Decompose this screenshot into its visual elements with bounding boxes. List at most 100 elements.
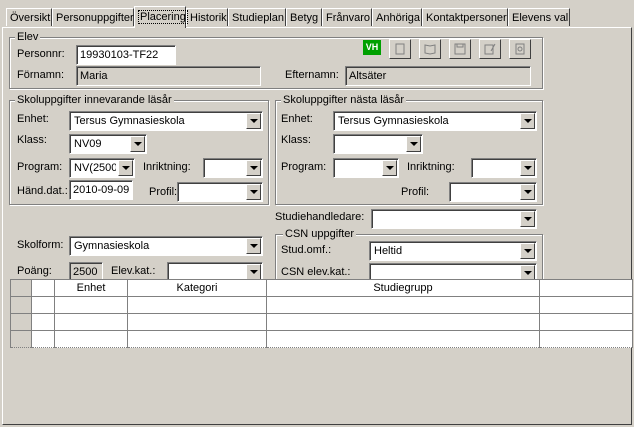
row-selector[interactable] <box>10 296 32 314</box>
table-cell[interactable] <box>539 313 633 331</box>
tab-placering-label: Placering <box>138 10 188 24</box>
table-row[interactable] <box>10 296 633 314</box>
edit-doc-button[interactable] <box>479 39 501 59</box>
table-cell[interactable] <box>54 330 128 348</box>
chevron-down-icon[interactable] <box>520 211 535 227</box>
chevron-down-icon[interactable] <box>246 160 261 176</box>
current-year-legend: Skoluppgifter innevarande läsår <box>15 94 174 106</box>
table-cell[interactable] <box>127 330 267 348</box>
csn-studomf-select[interactable]: Heltid <box>369 241 537 261</box>
current-program-value: NV(2500 <box>74 162 116 174</box>
table-cell[interactable] <box>54 313 128 331</box>
tab-oversikt[interactable]: Översikt <box>6 8 52 26</box>
personnr-input[interactable]: 19930103-TF22 <box>76 45 176 65</box>
current-inriktning-select[interactable] <box>203 158 263 178</box>
tab-panel: Elev Personnr: 19930103-TF22 VH Förnamn:… <box>2 27 632 425</box>
grid-header-flag[interactable] <box>31 279 55 297</box>
row-selector[interactable] <box>10 330 32 348</box>
current-program-select[interactable]: NV(2500 <box>69 158 135 178</box>
next-program-label: Program: <box>281 161 327 173</box>
chevron-down-icon[interactable] <box>246 264 261 280</box>
table-cell[interactable] <box>127 296 267 314</box>
chevron-down-icon[interactable] <box>520 113 535 129</box>
next-enhet-value: Tersus Gymnasieskola <box>338 115 449 127</box>
grid-header-selector[interactable] <box>10 279 32 297</box>
grid-header-extra[interactable] <box>539 279 633 297</box>
chevron-down-icon[interactable] <box>118 160 133 176</box>
table-cell[interactable] <box>31 330 55 348</box>
table-cell[interactable] <box>31 313 55 331</box>
current-profil-label: Profil: <box>149 186 178 198</box>
current-hand-input[interactable]: 2010-09-09 <box>69 180 133 200</box>
current-hand-label: Händ.dat.: <box>17 185 68 197</box>
tab-studieplan[interactable]: Studieplan <box>228 8 286 26</box>
current-inriktning-label: Inriktning: <box>143 161 191 173</box>
chevron-down-icon[interactable] <box>520 243 535 259</box>
next-enhet-label: Enhet: <box>281 113 313 125</box>
save-doc-button[interactable] <box>449 39 471 59</box>
table-cell[interactable] <box>539 330 633 348</box>
tab-betyg[interactable]: Betyg <box>286 8 322 26</box>
edit-doc-icon <box>484 43 496 55</box>
row-selector[interactable] <box>10 313 32 331</box>
chevron-down-icon[interactable] <box>520 184 535 200</box>
table-cell[interactable] <box>266 313 540 331</box>
tab-elevens-val[interactable]: Elevens val <box>508 8 570 26</box>
chevron-down-icon[interactable] <box>130 136 145 152</box>
current-enhet-select[interactable]: Tersus Gymnasieskola <box>69 111 263 131</box>
tab-placering[interactable]: Placering <box>134 6 188 28</box>
table-cell[interactable] <box>266 296 540 314</box>
personnr-label: Personnr: <box>17 48 65 60</box>
next-klass-select[interactable] <box>333 134 423 154</box>
grid-header-enhet[interactable]: Enhet <box>54 279 128 297</box>
table-cell[interactable] <box>266 330 540 348</box>
efternamn-label: Efternamn: <box>285 69 339 81</box>
next-enhet-select[interactable]: Tersus Gymnasieskola <box>333 111 537 131</box>
tab-personuppgifter[interactable]: Personuppgifter <box>52 8 134 26</box>
poang-label: Poäng: <box>17 265 52 277</box>
table-cell[interactable] <box>127 313 267 331</box>
next-profil-select[interactable] <box>449 182 537 202</box>
chevron-down-icon[interactable] <box>246 184 261 200</box>
blank-doc-button[interactable] <box>389 39 411 59</box>
chevron-down-icon[interactable] <box>406 136 421 152</box>
elev-legend: Elev <box>15 31 41 43</box>
tab-historik[interactable]: Historik <box>186 8 228 26</box>
table-row[interactable] <box>10 313 633 331</box>
grid-header-row: Enhet Kategori Studiegrupp <box>10 279 633 297</box>
current-profil-select[interactable] <box>177 182 263 202</box>
grid-header-studiegrupp[interactable]: Studiegrupp <box>266 279 540 297</box>
studiehandledare-label: Studiehandledare: <box>275 211 365 223</box>
elevkat-label: Elev.kat.: <box>111 265 156 277</box>
tab-kontaktpersoner[interactable]: Kontaktpersoner <box>422 8 508 26</box>
skolform-select[interactable]: Gymnasieskola <box>69 236 263 256</box>
table-cell[interactable] <box>31 296 55 314</box>
next-program-select[interactable] <box>333 158 399 178</box>
current-klass-label: Klass: <box>17 134 47 146</box>
tab-bar: Översikt Personuppgifter Placering Histo… <box>0 0 634 28</box>
book-button[interactable] <box>419 39 441 59</box>
table-cell[interactable] <box>539 296 633 314</box>
table-cell[interactable] <box>54 296 128 314</box>
chevron-down-icon[interactable] <box>246 238 261 254</box>
studiehandledare-select[interactable] <box>371 209 537 229</box>
next-year-legend: Skoluppgifter nästa läsår <box>281 94 407 106</box>
table-row[interactable] <box>10 330 633 348</box>
chevron-down-icon[interactable] <box>382 160 397 176</box>
next-inriktning-select[interactable] <box>471 158 537 178</box>
blank-doc-icon <box>395 43 405 55</box>
tab-anhoriga[interactable]: Anhöriga <box>372 8 422 26</box>
tab-franvaro[interactable]: Frånvaro <box>322 8 372 26</box>
chevron-down-icon[interactable] <box>520 160 535 176</box>
chevron-down-icon[interactable] <box>246 113 261 129</box>
refresh-doc-button[interactable] <box>509 39 531 59</box>
grid-header-kategori[interactable]: Kategori <box>127 279 267 297</box>
placement-grid[interactable]: Enhet Kategori Studiegrupp <box>10 279 633 348</box>
fornamn-field: Maria <box>76 66 261 86</box>
csn-elevkat-label: CSN elev.kat.: <box>281 266 351 278</box>
vh-badge[interactable]: VH <box>363 40 381 55</box>
refresh-doc-icon <box>515 43 525 55</box>
current-klass-select[interactable]: NV09 <box>69 134 147 154</box>
current-program-label: Program: <box>17 161 63 173</box>
save-doc-icon <box>454 43 466 55</box>
